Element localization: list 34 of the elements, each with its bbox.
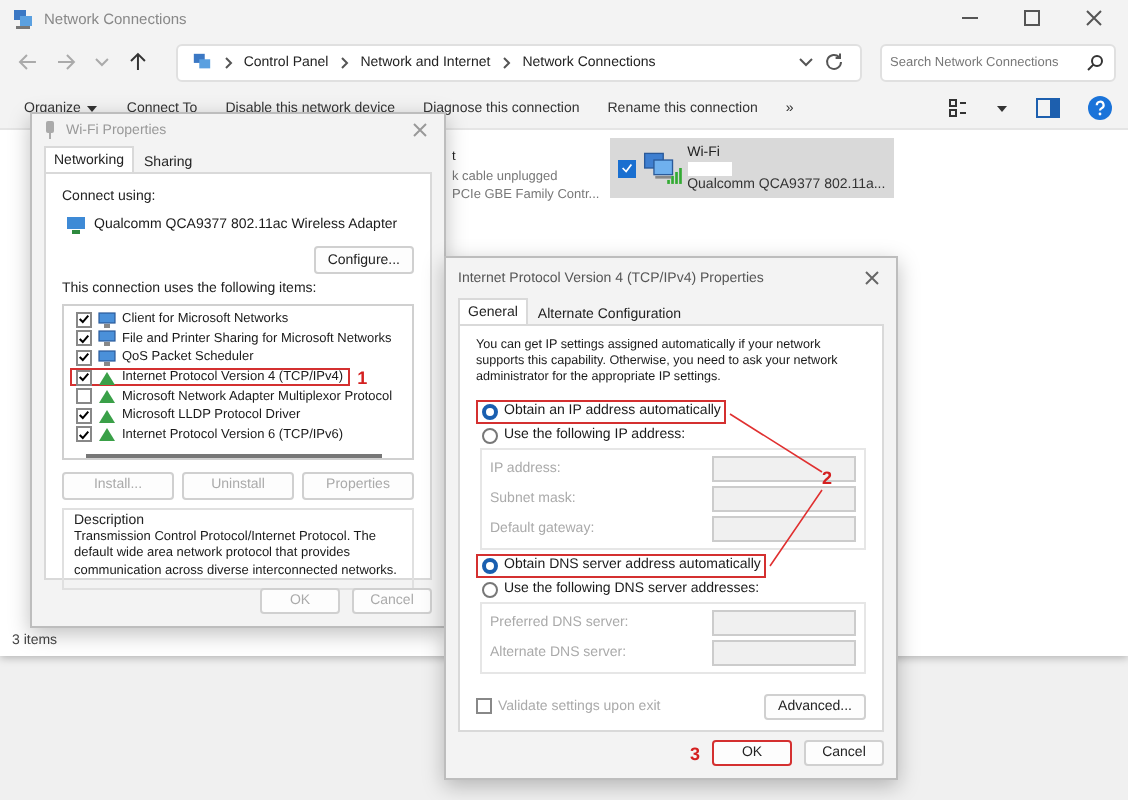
monitor-icon (98, 349, 116, 366)
refresh-icon[interactable] (824, 52, 845, 72)
checkbox[interactable] (76, 349, 92, 366)
checkbox[interactable] (76, 330, 92, 347)
chevron-right-icon (338, 55, 351, 69)
monitor-icon (98, 311, 116, 328)
annotation-number: 1 (357, 367, 368, 388)
network-icon (191, 52, 212, 72)
view-options-icon[interactable] (948, 98, 968, 118)
network-icon (12, 7, 34, 29)
network-card-icon (66, 216, 86, 234)
search-icon (1086, 53, 1105, 71)
checkbox[interactable] (76, 388, 92, 405)
caret-icon[interactable] (996, 103, 1008, 113)
up-arrow-icon[interactable] (127, 52, 148, 72)
checkbox[interactable] (617, 159, 636, 177)
redaction-block (687, 161, 732, 175)
monitor-icon (98, 330, 116, 347)
scrollbar[interactable] (86, 454, 383, 458)
checkbox[interactable] (76, 369, 92, 386)
preview-pane-icon[interactable] (1036, 98, 1060, 118)
checkbox[interactable] (76, 426, 92, 443)
annotation-number: 2 (822, 468, 833, 488)
annotation-number: 3 (689, 743, 700, 763)
checkbox[interactable] (76, 407, 92, 424)
maximize-icon[interactable] (1022, 8, 1042, 28)
chevron-right-icon (500, 55, 513, 69)
adapter-icon (44, 120, 56, 140)
checkbox[interactable] (76, 311, 92, 328)
chevron-right-icon (221, 55, 234, 69)
close-icon[interactable] (1084, 8, 1104, 28)
help-icon[interactable] (1088, 96, 1112, 120)
close-icon[interactable] (864, 270, 880, 286)
chevron-down-icon[interactable] (798, 54, 815, 70)
